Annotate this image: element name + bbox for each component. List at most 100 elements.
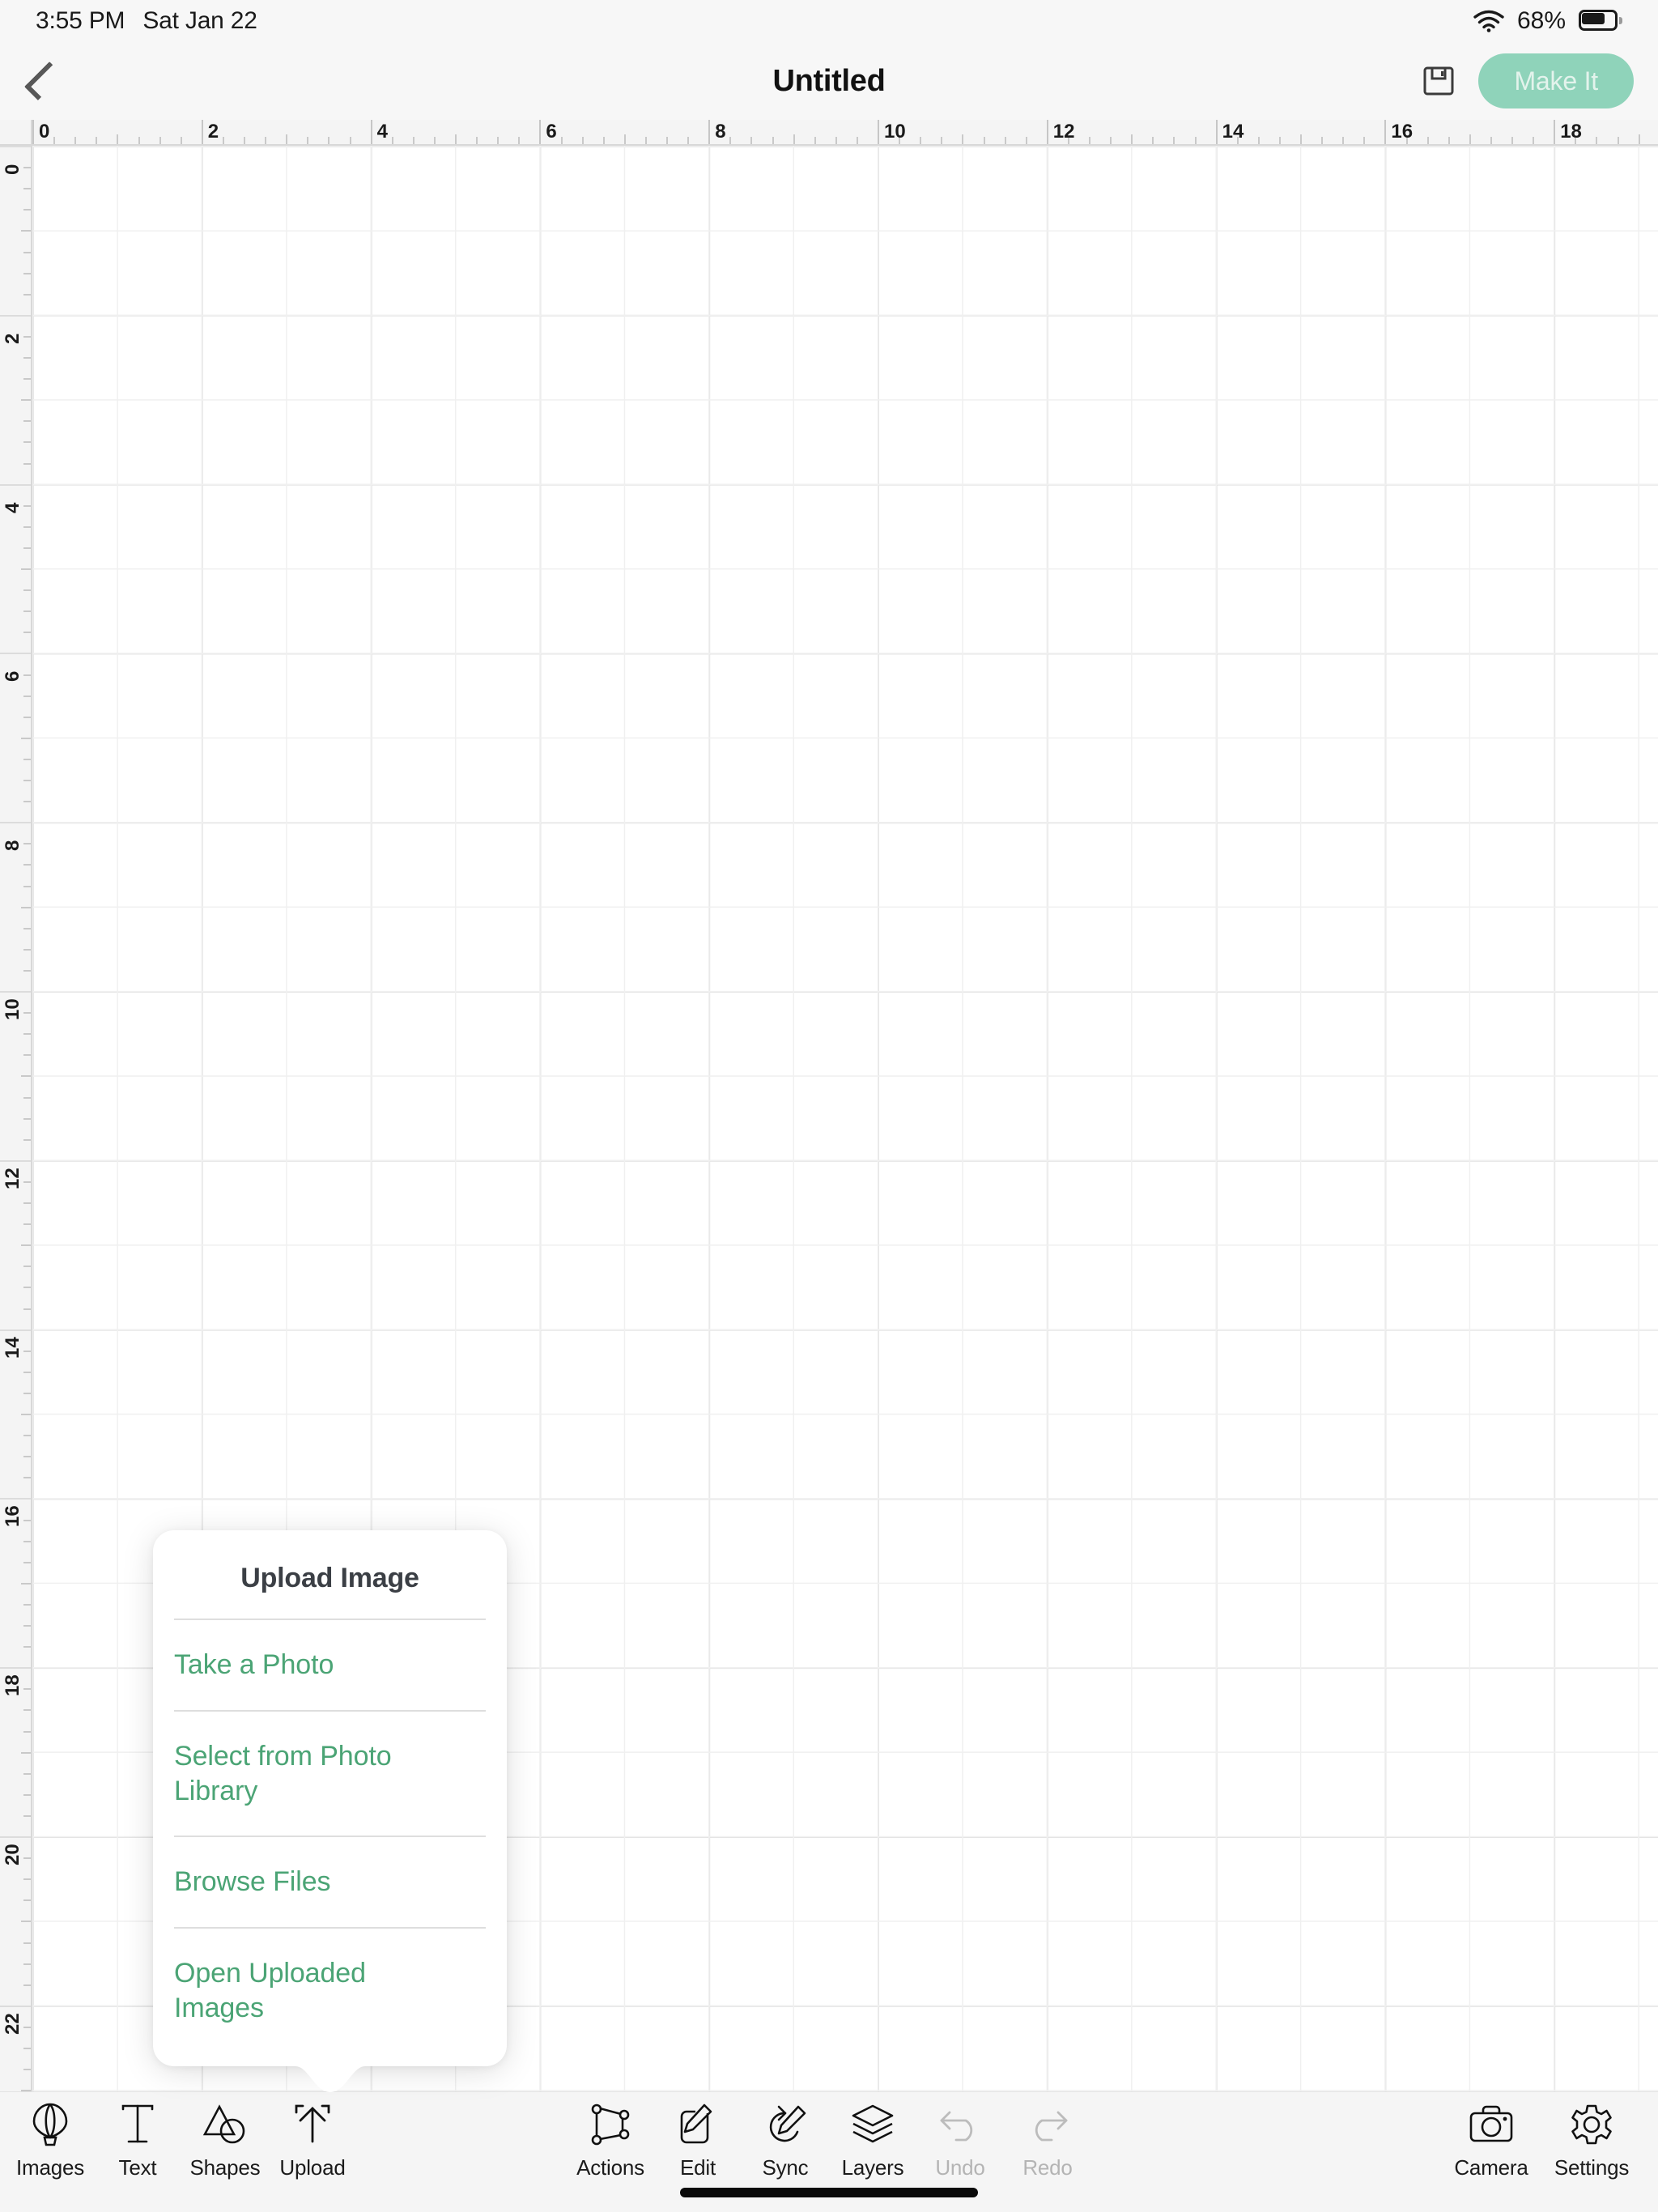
redo-arrow-icon — [1026, 2102, 1069, 2147]
ruler-tick — [23, 252, 31, 253]
ruler-label-h: 12 — [1047, 121, 1075, 143]
ruler-tick — [23, 1435, 31, 1436]
status-time: 3:55 PM — [36, 7, 125, 35]
ruler-tick — [497, 137, 499, 144]
ruler-label-v: 4 — [2, 502, 24, 513]
ruler-tick — [729, 137, 731, 144]
ruler-tick — [603, 137, 605, 144]
ruler-tick — [23, 1942, 31, 1944]
ruler-tick — [23, 1308, 31, 1310]
ruler-tick — [96, 137, 97, 144]
ruler-tick — [23, 420, 31, 422]
toolbar-item-actions[interactable]: Actions — [567, 2102, 654, 2180]
toolbar-item-undo[interactable]: Undo — [916, 2102, 1004, 2180]
ruler-label-v: 20 — [2, 1844, 24, 1865]
ruler-tick — [265, 137, 266, 144]
ruler-tick — [23, 1393, 31, 1394]
popover-item-browse-files[interactable]: Browse Files — [153, 1837, 507, 1927]
ruler-tick — [23, 1202, 31, 1204]
ruler-tick — [23, 2048, 31, 2049]
ruler-label-v: 22 — [2, 2013, 24, 2035]
ruler-tick — [857, 137, 858, 144]
toolbar-label: Settings — [1554, 2155, 1629, 2180]
ruler-tick — [23, 886, 31, 887]
ruler-tick — [1596, 137, 1597, 144]
ruler-label-v: 16 — [2, 1506, 24, 1528]
ruler-tick — [23, 1857, 31, 1859]
ruler-tick — [23, 1984, 31, 1986]
popover-item-select-from-photo-library[interactable]: Select from Photo Library — [153, 1712, 507, 1836]
popover-item-open-uploaded-images[interactable]: Open Uploaded Images — [153, 1929, 507, 2053]
ruler-tick — [1342, 137, 1344, 144]
toolbar-item-camera[interactable]: Camera — [1441, 2102, 1541, 2180]
ruler-tick — [23, 632, 31, 633]
ruler-tick — [0, 2006, 31, 2007]
toolbar-item-sync[interactable]: Sync — [742, 2102, 829, 2180]
status-date: Sat Jan 22 — [142, 7, 257, 35]
ruler-tick — [138, 137, 140, 144]
ruler-tick — [23, 610, 31, 612]
ruler-tick — [23, 357, 31, 359]
ruler-label-v: 6 — [2, 671, 24, 682]
ruler-tick — [0, 653, 31, 654]
ruler-tick — [0, 991, 31, 993]
ruler-tick — [23, 674, 31, 676]
ruler-tick — [687, 137, 689, 144]
toolbar-item-upload[interactable]: Upload — [269, 2102, 356, 2180]
vertical-ruler: 02468101214161820222426 — [0, 146, 32, 2091]
ruler-label-v: 12 — [2, 1168, 24, 1189]
ruler-tick — [750, 137, 752, 144]
ruler-tick — [1026, 137, 1027, 144]
status-bar-left: 3:55 PM Sat Jan 22 — [36, 7, 257, 35]
ruler-tick — [53, 137, 55, 144]
app-root: 3:55 PM Sat Jan 22 68% Un — [0, 0, 1658, 2212]
horizontal-ruler: 0246810121416182022 — [0, 120, 1658, 146]
toolbar-label: Camera — [1454, 2155, 1528, 2180]
toolbar-center-group: Actions Edit — [567, 2102, 1091, 2180]
make-it-button[interactable]: Make It — [1478, 53, 1634, 108]
ruler-tick — [307, 137, 308, 144]
ruler-tick — [23, 1351, 31, 1352]
ruler-tick — [23, 696, 31, 697]
toolbar-left-group: Images Text — [6, 2102, 356, 2180]
toolbar-item-shapes[interactable]: Shapes — [181, 2102, 269, 2180]
toolbar-item-images[interactable]: Images — [6, 2102, 94, 2180]
ruler-label-h: 10 — [878, 121, 906, 143]
ruler-tick — [23, 547, 31, 549]
ruler-tick — [1469, 134, 1471, 144]
toolbar-label: Layers — [842, 2155, 904, 2180]
ruler-tick — [23, 1646, 31, 1648]
toolbar-item-edit[interactable]: Edit — [654, 2102, 742, 2180]
ruler-tick — [23, 970, 31, 972]
ruler-label-h: 16 — [1384, 121, 1413, 143]
toolbar-label: Upload — [279, 2155, 345, 2180]
ruler-tick — [1490, 137, 1492, 144]
popover-item-take-a-photo[interactable]: Take a Photo — [153, 1620, 507, 1710]
ruler-tick — [23, 1097, 31, 1099]
ruler-label-v: 18 — [2, 1674, 24, 1696]
home-indicator-bar[interactable] — [680, 2188, 978, 2197]
ruler-tick — [666, 137, 668, 144]
battery-percent: 68% — [1517, 7, 1566, 35]
bottom-toolbar: Images Text — [0, 2091, 1658, 2212]
toolbar-item-redo[interactable]: Redo — [1004, 2102, 1091, 2180]
ruler-tick — [0, 484, 31, 486]
ruler-tick — [23, 1477, 31, 1478]
toolbar-item-text[interactable]: Text — [94, 2102, 181, 2180]
ruler-tick — [0, 1498, 31, 1499]
ruler-tick — [23, 928, 31, 929]
toolbar-item-layers[interactable]: Layers — [829, 2102, 916, 2180]
ruler-tick — [23, 1794, 31, 1796]
ruler-tick — [23, 378, 31, 380]
toolbar-label: Undo — [935, 2155, 984, 2180]
toolbar-item-settings[interactable]: Settings — [1541, 2102, 1642, 2180]
ruler-tick — [835, 137, 837, 144]
ruler-tick — [1089, 137, 1090, 144]
popover-title: Upload Image — [153, 1530, 507, 1619]
ruler-tick — [518, 137, 520, 144]
ruler-tick — [23, 188, 31, 189]
save-button[interactable] — [1422, 64, 1456, 98]
ruler-tick — [1511, 137, 1513, 144]
ruler-tick — [1363, 137, 1365, 144]
text-t-icon — [118, 2102, 157, 2147]
